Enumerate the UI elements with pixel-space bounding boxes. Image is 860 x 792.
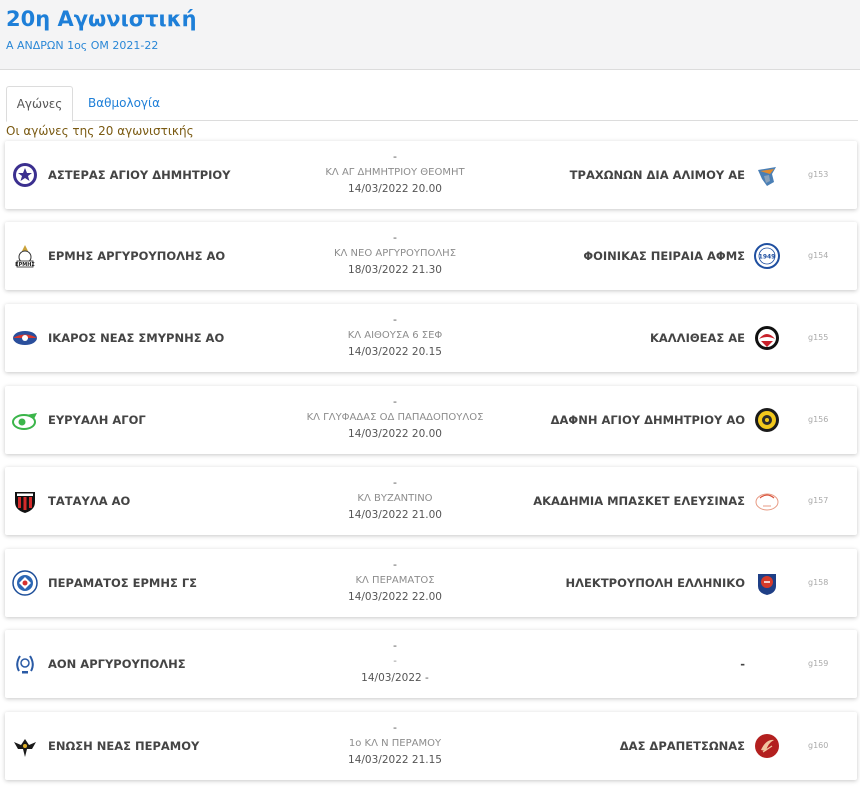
match-card[interactable]: ΠΕΡΑΜΑΤΟΣ ΕΡΜΗΣ ΓΣ - ΚΛ ΠΕΡΑΜΑΤΟΣ 14/03/…: [5, 549, 857, 617]
game-code: g156: [808, 415, 829, 424]
match-datetime: 14/03/2022 22.00: [348, 591, 442, 603]
page-title: 20η Αγωνιστική: [6, 7, 197, 31]
away-team-name[interactable]: ΤΡΑΧΩΝΩΝ ΔΙΑ ΑΛΙΜΟΥ ΑΕ: [570, 168, 745, 182]
game-code: g160: [808, 741, 829, 750]
competition-subtitle[interactable]: Α ΑΝΔΡΩΝ 1ος ΟΜ 2021-22: [6, 39, 860, 52]
match-venue: ΚΛ ΓΛΥΦΑΔΑΣ ΟΔ ΠΑΠΑΔΟΠΟΥΛΟΣ: [306, 412, 484, 423]
match-venue: ΚΛ ΑΙΘΟΥΣΑ 6 ΣΕΦ: [347, 330, 443, 341]
match-score: -: [393, 150, 397, 163]
away-team-name[interactable]: ΑΚΑΔΗΜΙΑ ΜΠΑΣΚΕΤ ΕΛΕΥΣΙΝΑΣ: [533, 494, 745, 508]
away-team-name[interactable]: -: [740, 657, 745, 671]
match-info: - ΚΛ ΓΛΥΦΑΔΑΣ ΟΔ ΠΑΠΑΔΟΠΟΥΛΟΣ 14/03/2022…: [295, 394, 495, 442]
page-header: 20η Αγωνιστική Α ΑΝΔΡΩΝ 1ος ΟΜ 2021-22: [0, 0, 860, 70]
game-code: g155: [808, 333, 829, 342]
match-card[interactable]: ΑΣΤΕΡΑΣ ΑΓΙΟΥ ΔΗΜΗΤΡΙΟΥ - ΚΛ ΑΓ ΔΗΜΗΤΡΙΟ…: [5, 141, 857, 209]
ilektroupoli-badge-icon: [754, 570, 780, 596]
aon-laurel-icon: [12, 651, 38, 677]
tab-standings[interactable]: Βαθμολογία: [88, 86, 160, 122]
match-venue: ΚΛ ΝΕΟ ΑΡΓΥΡΟΥΠΟΛΗΣ: [333, 248, 457, 259]
match-score: -: [393, 558, 397, 571]
match-datetime: 14/03/2022 -: [361, 672, 429, 684]
match-info: - ΚΛ ΒΥΖΑΝΤΙΝΟ 14/03/2022 21.00: [295, 475, 495, 523]
match-venue: 1ο ΚΛ Ν ΠΕΡΑΜΟΥ: [348, 738, 442, 749]
evryali-green-icon: [12, 407, 38, 433]
double-eagle-icon: [12, 733, 38, 759]
match-venue: ΚΛ ΒΥΖΑΝΤΙΝΟ: [357, 493, 433, 504]
match-info: - 1ο ΚΛ Ν ΠΕΡΑΜΟΥ 14/03/2022 21.15: [295, 720, 495, 768]
kallithea-crest-icon: [754, 325, 780, 351]
match-datetime: 18/03/2022 21.30: [348, 264, 442, 276]
ikaros-ball-icon: [12, 325, 38, 351]
home-team-name[interactable]: ΕΡΜΗΣ ΑΡΓΥΡΟΥΠΟΛΗΣ ΑΟ: [48, 249, 225, 263]
game-code: g157: [808, 496, 829, 505]
star-crest-icon: [12, 162, 38, 188]
home-team-name[interactable]: ΙΚΑΡΟΣ ΝΕΑΣ ΣΜΥΡΝΗΣ ΑΟ: [48, 331, 224, 345]
match-info: - ΚΛ ΑΙΘΟΥΣΑ 6 ΣΕΦ 14/03/2022 20.15: [295, 312, 495, 360]
home-team-name[interactable]: ΕΝΩΣΗ ΝΕΑΣ ΠΕΡΑΜΟΥ: [48, 739, 199, 753]
home-team-name[interactable]: ΑΣΤΕΡΑΣ ΑΓΙΟΥ ΔΗΜΗΤΡΙΟΥ: [48, 168, 231, 182]
svg-text:1949: 1949: [759, 254, 776, 261]
dafni-yellow-crest-icon: [754, 407, 780, 433]
match-card[interactable]: ΙΚΑΡΟΣ ΝΕΑΣ ΣΜΥΡΝΗΣ ΑΟ - ΚΛ ΑΙΘΟΥΣΑ 6 ΣΕ…: [5, 304, 857, 372]
match-info: - ΚΛ ΠΕΡΑΜΑΤΟΣ 14/03/2022 22.00: [295, 557, 495, 605]
match-venue: ΚΛ ΑΓ ΔΗΜΗΤΡΙΟΥ ΘΕΟΜΗΤ: [325, 167, 465, 178]
away-team-name[interactable]: ΔΑΣ ΔΡΑΠΕΤΣΩΝΑΣ: [620, 739, 745, 753]
match-info: - - 14/03/2022 -: [295, 638, 495, 686]
svg-text:ΕΡΜΗΣ: ΕΡΜΗΣ: [15, 262, 35, 268]
match-venue: ΚΛ ΠΕΡΑΜΑΤΟΣ: [355, 575, 435, 586]
match-score: -: [393, 313, 397, 326]
match-datetime: 14/03/2022 20.00: [348, 428, 442, 440]
match-score: -: [393, 395, 397, 408]
game-code: g158: [808, 578, 829, 587]
match-card[interactable]: ΤΑΤΑΥΛΑ ΑΟ - ΚΛ ΒΥΖΑΝΤΙΝΟ 14/03/2022 21.…: [5, 467, 857, 535]
home-team-name[interactable]: ΑΟΝ ΑΡΓΥΡΟΥΠΟΛΗΣ: [48, 657, 186, 671]
academy-ball-icon: [754, 488, 780, 514]
matches-caption: Οι αγώνες της 20 αγωνιστικής: [6, 124, 194, 138]
match-datetime: 14/03/2022 20.15: [348, 346, 442, 358]
match-venue: -: [393, 656, 397, 667]
home-team-name[interactable]: ΤΑΤΑΥΛΑ ΑΟ: [48, 494, 130, 508]
away-team-name[interactable]: ΦΟΙΝΙΚΑΣ ΠΕΙΡΑΙΑ ΑΦΜΣ: [583, 249, 745, 263]
drapetsona-red-icon: [754, 733, 780, 759]
game-code: g153: [808, 170, 829, 179]
eagle-shield-icon: [754, 162, 780, 188]
match-info: - ΚΛ ΑΓ ΔΗΜΗΤΡΙΟΥ ΘΕΟΜΗΤ 14/03/2022 20.0…: [295, 149, 495, 197]
match-score: -: [393, 721, 397, 734]
away-team-name[interactable]: ΗΛΕΚΤΡΟΥΠΟΛΗ ΕΛΛΗΝΙΚΟ: [566, 576, 745, 590]
hermes-crest-icon: ΕΡΜΗΣ: [12, 243, 38, 269]
away-team-name[interactable]: ΔΑΦΝΗ ΑΓΙΟΥ ΔΗΜΗΤΡΙΟΥ ΑΟ: [551, 413, 745, 427]
match-card[interactable]: ΕΥΡΥΑΛΗ ΑΓΟΓ - ΚΛ ΓΛΥΦΑΔΑΣ ΟΔ ΠΑΠΑΔΟΠΟΥΛ…: [5, 386, 857, 454]
game-code: g154: [808, 251, 829, 260]
match-datetime: 14/03/2022 20.00: [348, 183, 442, 195]
match-score: -: [393, 639, 397, 652]
match-info: - ΚΛ ΝΕΟ ΑΡΓΥΡΟΥΠΟΛΗΣ 18/03/2022 21.30: [295, 230, 495, 278]
match-card[interactable]: ΕΝΩΣΗ ΝΕΑΣ ΠΕΡΑΜΟΥ - 1ο ΚΛ Ν ΠΕΡΑΜΟΥ 14/…: [5, 712, 857, 780]
home-team-name[interactable]: ΕΥΡΥΑΛΗ ΑΓΟΓ: [48, 413, 146, 427]
match-score: -: [393, 231, 397, 244]
tab-matches[interactable]: Αγώνες: [6, 86, 73, 122]
match-score: -: [393, 476, 397, 489]
match-card[interactable]: ΑΟΝ ΑΡΓΥΡΟΥΠΟΛΗΣ - - 14/03/2022 - - g159: [5, 630, 857, 698]
game-code: g159: [808, 659, 829, 668]
match-datetime: 14/03/2022 21.00: [348, 509, 442, 521]
match-datetime: 14/03/2022 21.15: [348, 754, 442, 766]
away-team-name[interactable]: ΚΑΛΛΙΘΕΑΣ ΑΕ: [650, 331, 745, 345]
phoenix-1949-badge-icon: 1949: [754, 243, 780, 269]
perama-blue-crest-icon: [12, 570, 38, 596]
match-card[interactable]: ΕΡΜΗΣ ΕΡΜΗΣ ΑΡΓΥΡΟΥΠΟΛΗΣ ΑΟ - ΚΛ ΝΕΟ ΑΡΓ…: [5, 222, 857, 290]
home-team-name[interactable]: ΠΕΡΑΜΑΤΟΣ ΕΡΜΗΣ ΓΣ: [48, 576, 197, 590]
tatavla-shield-icon: [12, 488, 38, 514]
tab-bar: Αγώνες Βαθμολογία: [6, 86, 858, 122]
